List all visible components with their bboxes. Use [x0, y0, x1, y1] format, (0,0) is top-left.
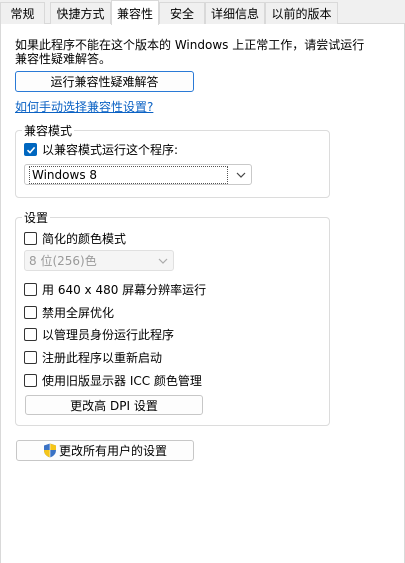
run-as-admin-label: 以管理员身份运行此程序	[42, 328, 175, 342]
chevron-down-icon	[231, 172, 251, 178]
disable-fullscreen-checkbox[interactable]: 禁用全屏优化	[24, 304, 114, 321]
change-all-users-button[interactable]: 更改所有用户的设置	[16, 440, 194, 461]
register-restart-label: 注册此程序以重新启动	[42, 351, 163, 365]
legacy-icc-label: 使用旧版显示器 ICC 颜色管理	[42, 374, 202, 388]
checkbox-icon	[24, 374, 37, 387]
checkbox-checked-icon	[24, 143, 37, 156]
compat-mode-legend: 兼容模式	[22, 122, 75, 139]
tab-security[interactable]: 安全	[159, 2, 205, 24]
compat-mode-checkbox-label: 以兼容模式运行这个程序:	[42, 143, 179, 157]
disable-fullscreen-label: 禁用全屏优化	[42, 306, 115, 320]
chevron-down-icon	[153, 258, 173, 264]
legacy-icc-checkbox[interactable]: 使用旧版显示器 ICC 颜色管理	[24, 372, 202, 389]
tab-shortcut[interactable]: 快捷方式	[50, 2, 111, 24]
register-restart-checkbox[interactable]: 注册此程序以重新启动	[24, 349, 162, 366]
checkbox-icon	[24, 328, 37, 341]
tab-compatibility[interactable]: 兼容性	[111, 0, 159, 25]
change-all-users-label: 更改所有用户的设置	[58, 444, 167, 458]
res-640-label: 用 640 x 480 屏幕分辨率运行	[42, 283, 207, 297]
checkbox-icon	[24, 351, 37, 364]
tab-strip: 常规 快捷方式 兼容性 安全 详细信息 以前的版本	[0, 0, 405, 25]
tab-previous-versions[interactable]: 以前的版本	[265, 2, 338, 24]
manual-settings-link[interactable]: 如何手动选择兼容性设置?	[15, 98, 153, 115]
tab-details[interactable]: 详细信息	[205, 2, 265, 24]
checkbox-icon	[24, 283, 37, 296]
os-version-select[interactable]: Windows 8	[24, 164, 252, 185]
tab-general[interactable]: 常规	[0, 2, 45, 24]
run-as-admin-checkbox[interactable]: 以管理员身份运行此程序	[24, 326, 174, 343]
res-640-checkbox[interactable]: 用 640 x 480 屏幕分辨率运行	[24, 281, 206, 298]
reduced-color-label: 简化的颜色模式	[42, 232, 127, 246]
description-text: 如果此程序不能在这个版本的 Windows 上正常工作，请尝试运行兼容性疑难解答…	[15, 38, 365, 66]
color-mode-value: 8 位(256)色	[29, 254, 97, 268]
os-version-value: Windows 8	[29, 165, 228, 184]
change-dpi-button[interactable]: 更改高 DPI 设置	[25, 395, 203, 415]
uac-shield-icon	[43, 443, 57, 458]
reduced-color-checkbox[interactable]: 简化的颜色模式	[24, 230, 126, 247]
checkbox-icon	[24, 232, 37, 245]
settings-legend: 设置	[22, 209, 51, 226]
color-mode-select: 8 位(256)色	[24, 250, 174, 271]
compat-mode-checkbox[interactable]: 以兼容模式运行这个程序:	[24, 141, 178, 158]
run-troubleshooter-button[interactable]: 运行兼容性疑难解答	[15, 71, 194, 92]
checkbox-icon	[24, 306, 37, 319]
